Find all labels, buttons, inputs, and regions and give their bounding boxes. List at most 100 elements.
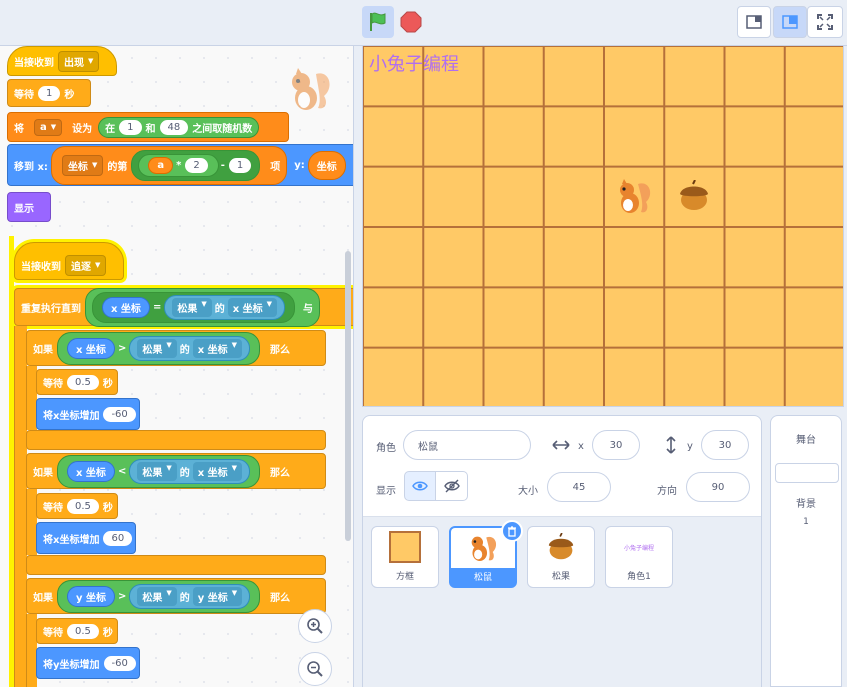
if-block-2[interactable]: 如果 x 坐标 < 松果 ▼ 的 x 坐标 ▼ 那么: [26, 453, 326, 489]
squirrel-watermark-icon: [292, 68, 330, 110]
stop-button[interactable]: [398, 9, 424, 35]
chase-message-dropdown[interactable]: 追逐 ▼: [65, 254, 107, 276]
x-position-reporter-1[interactable]: x 坐标: [67, 337, 115, 359]
change-x-input-1[interactable]: -60: [103, 406, 136, 422]
show-sprite-button[interactable]: [404, 471, 436, 501]
subtract-operator[interactable]: a * 2 - 1: [131, 149, 261, 181]
eye-icon: [412, 481, 428, 491]
show-block[interactable]: 显示: [7, 192, 51, 222]
sprite-name-field[interactable]: 松鼠: [403, 430, 531, 460]
random-from-input[interactable]: 1: [119, 119, 142, 135]
if-block-3[interactable]: 如果 y 坐标 > 松果 ▼ 的 y 坐标 ▼ 那么: [26, 578, 326, 614]
green-flag-button[interactable]: [362, 6, 394, 38]
backdrop-label: 背景: [796, 499, 816, 510]
direction-field[interactable]: 90: [686, 472, 750, 502]
code-workspace[interactable]: 当接收到 出现 ▼ 等待 1 秒 将 a ▼ 设为 在 1 和 48 之间取随机数 …: [0, 46, 354, 687]
when-receive-hat-block[interactable]: 当接收到 出现 ▼: [7, 46, 117, 76]
when-receive-label: 当接收到: [14, 57, 54, 69]
zoom-out-button[interactable]: [298, 652, 332, 686]
large-stage-button[interactable]: [773, 6, 807, 38]
stage-size-toggle: [737, 6, 809, 38]
sprite-tile-character1[interactable]: 小兔子编程 角色1: [605, 526, 673, 588]
size-field[interactable]: 45: [547, 472, 611, 502]
change-x-block-2[interactable]: 将x坐标增加 60: [36, 522, 136, 554]
list-dropdown[interactable]: 坐标 ▼: [61, 154, 104, 176]
goto-xy-block[interactable]: 移到 x: 坐标 ▼ 的第 a * 2 - 1 项 y: 坐标: [7, 144, 353, 186]
acorn-sprite-icon[interactable]: [676, 180, 712, 212]
wait-input[interactable]: 1: [38, 85, 61, 101]
code-scrollbar[interactable]: [345, 251, 351, 541]
stage-panel-title: 舞台: [796, 435, 816, 446]
stage-selector-panel[interactable]: 舞台 背景 1: [770, 415, 842, 687]
and-operator[interactable]: x 坐标 = 松果 ▼ 的 x 坐标 ▼ 与: [85, 287, 321, 327]
list-item-reporter-y[interactable]: 坐标: [307, 150, 346, 180]
of-object-dropdown-3[interactable]: 松果 ▼: [137, 586, 177, 606]
of-property-dropdown-2[interactable]: x 坐标 ▼: [192, 461, 243, 481]
multiply-operator[interactable]: a * 2: [138, 153, 219, 177]
set-variable-block[interactable]: 将 a ▼ 设为 在 1 和 48 之间取随机数: [7, 112, 289, 142]
squirrel-thumbnail-icon: [471, 536, 497, 561]
message-dropdown[interactable]: 出现 ▼: [58, 50, 100, 72]
change-y-input-3[interactable]: -60: [103, 655, 136, 671]
text-thumbnail: 小兔子编程: [623, 544, 654, 552]
of-property-dropdown-1[interactable]: x 坐标 ▼: [192, 338, 243, 358]
wait-block-2[interactable]: 等待 0.5 秒: [36, 493, 118, 519]
of-sensing-reporter-3[interactable]: 松果 ▼ 的 y 坐标 ▼: [129, 583, 251, 609]
wait-input-1[interactable]: 0.5: [67, 374, 99, 390]
x-position-reporter[interactable]: x 坐标: [102, 296, 150, 318]
greater-operator-3[interactable]: y 坐标 > 松果 ▼ 的 y 坐标 ▼: [57, 579, 261, 613]
wait-block-1[interactable]: 等待 0.5 秒: [36, 369, 118, 395]
of-sensing-reporter[interactable]: 松果 ▼ 的 x 坐标 ▼: [164, 294, 286, 320]
wait-input-3[interactable]: 0.5: [67, 623, 99, 639]
delete-sprite-button[interactable]: [501, 520, 523, 542]
stage-canvas[interactable]: 小兔子编程: [362, 45, 844, 407]
hide-sprite-button[interactable]: [436, 471, 468, 501]
zoom-in-button[interactable]: [298, 609, 332, 643]
show-label: 显示: [376, 486, 396, 497]
random-operator[interactable]: 在 1 和 48 之间取随机数: [98, 116, 260, 138]
greater-operator-1[interactable]: x 坐标 > 松果 ▼ 的 x 坐标 ▼: [57, 331, 261, 365]
of-object-dropdown-2[interactable]: 松果 ▼: [137, 461, 177, 481]
y-label: y: [687, 441, 693, 452]
subtract-input[interactable]: 1: [228, 157, 252, 173]
of-sensing-reporter-2[interactable]: 松果 ▼ 的 x 坐标 ▼: [129, 458, 251, 484]
repeat-until-block[interactable]: 重复执行直到 x 坐标 = 松果 ▼ 的 x 坐标 ▼ 与: [14, 287, 353, 327]
of-sensing-reporter-1[interactable]: 松果 ▼ 的 x 坐标 ▼: [129, 335, 251, 361]
small-stage-button[interactable]: [737, 6, 771, 38]
stage-thumbnail[interactable]: [775, 463, 839, 483]
x-position-field[interactable]: 30: [592, 430, 640, 460]
change-x-input-2[interactable]: 60: [103, 530, 133, 546]
list-item-reporter[interactable]: 坐标 ▼ 的第 a * 2 - 1 项: [50, 145, 288, 185]
sprite-tile-box[interactable]: 方框: [371, 526, 439, 588]
green-flag-icon: [370, 12, 386, 31]
sprite-list: 方框 松鼠 松果 小兔子编程 角色1: [363, 517, 761, 687]
of-object-dropdown[interactable]: 松果 ▼: [172, 297, 212, 317]
sprite-tile-acorn[interactable]: 松果: [527, 526, 595, 588]
when-receive-chase-hat-block[interactable]: 当接收到 追逐 ▼: [14, 242, 124, 280]
variable-dropdown[interactable]: a ▼: [34, 118, 63, 136]
equals-operator[interactable]: x 坐标 = 松果 ▼ 的 x 坐标 ▼: [92, 291, 296, 323]
y-position-reporter-3[interactable]: y 坐标: [67, 585, 115, 607]
wait-input-2[interactable]: 0.5: [67, 498, 99, 514]
backdrop-count: 1: [803, 517, 809, 527]
change-y-block-3[interactable]: 将y坐标增加 -60: [36, 647, 140, 679]
y-position-field[interactable]: 30: [701, 430, 749, 460]
direction-label: 方向: [657, 486, 677, 497]
of-property-dropdown-3[interactable]: y 坐标 ▼: [192, 586, 243, 606]
squirrel-sprite-icon[interactable]: [613, 176, 655, 218]
random-to-input[interactable]: 48: [159, 119, 189, 135]
less-operator-2[interactable]: x 坐标 < 松果 ▼ 的 x 坐标 ▼: [57, 454, 261, 488]
fullscreen-button[interactable]: [807, 6, 843, 38]
x-position-reporter-2[interactable]: x 坐标: [67, 460, 115, 482]
if-block-1[interactable]: 如果 x 坐标 > 松果 ▼ 的 x 坐标 ▼ 那么: [26, 330, 326, 366]
multiply-input[interactable]: 2: [185, 157, 208, 173]
wait-block-3[interactable]: 等待 0.5 秒: [36, 618, 118, 644]
change-x-block-1[interactable]: 将x坐标增加 -60: [36, 398, 140, 430]
variable-a-reporter[interactable]: a: [148, 156, 174, 174]
x-arrows-icon: [552, 440, 570, 450]
of-property-dropdown[interactable]: x 坐标 ▼: [227, 297, 278, 317]
of-object-dropdown-1[interactable]: 松果 ▼: [137, 338, 177, 358]
zoom-in-icon: [307, 618, 323, 634]
wait-block[interactable]: 等待 1 秒: [7, 79, 91, 107]
stop-icon: [400, 11, 422, 33]
